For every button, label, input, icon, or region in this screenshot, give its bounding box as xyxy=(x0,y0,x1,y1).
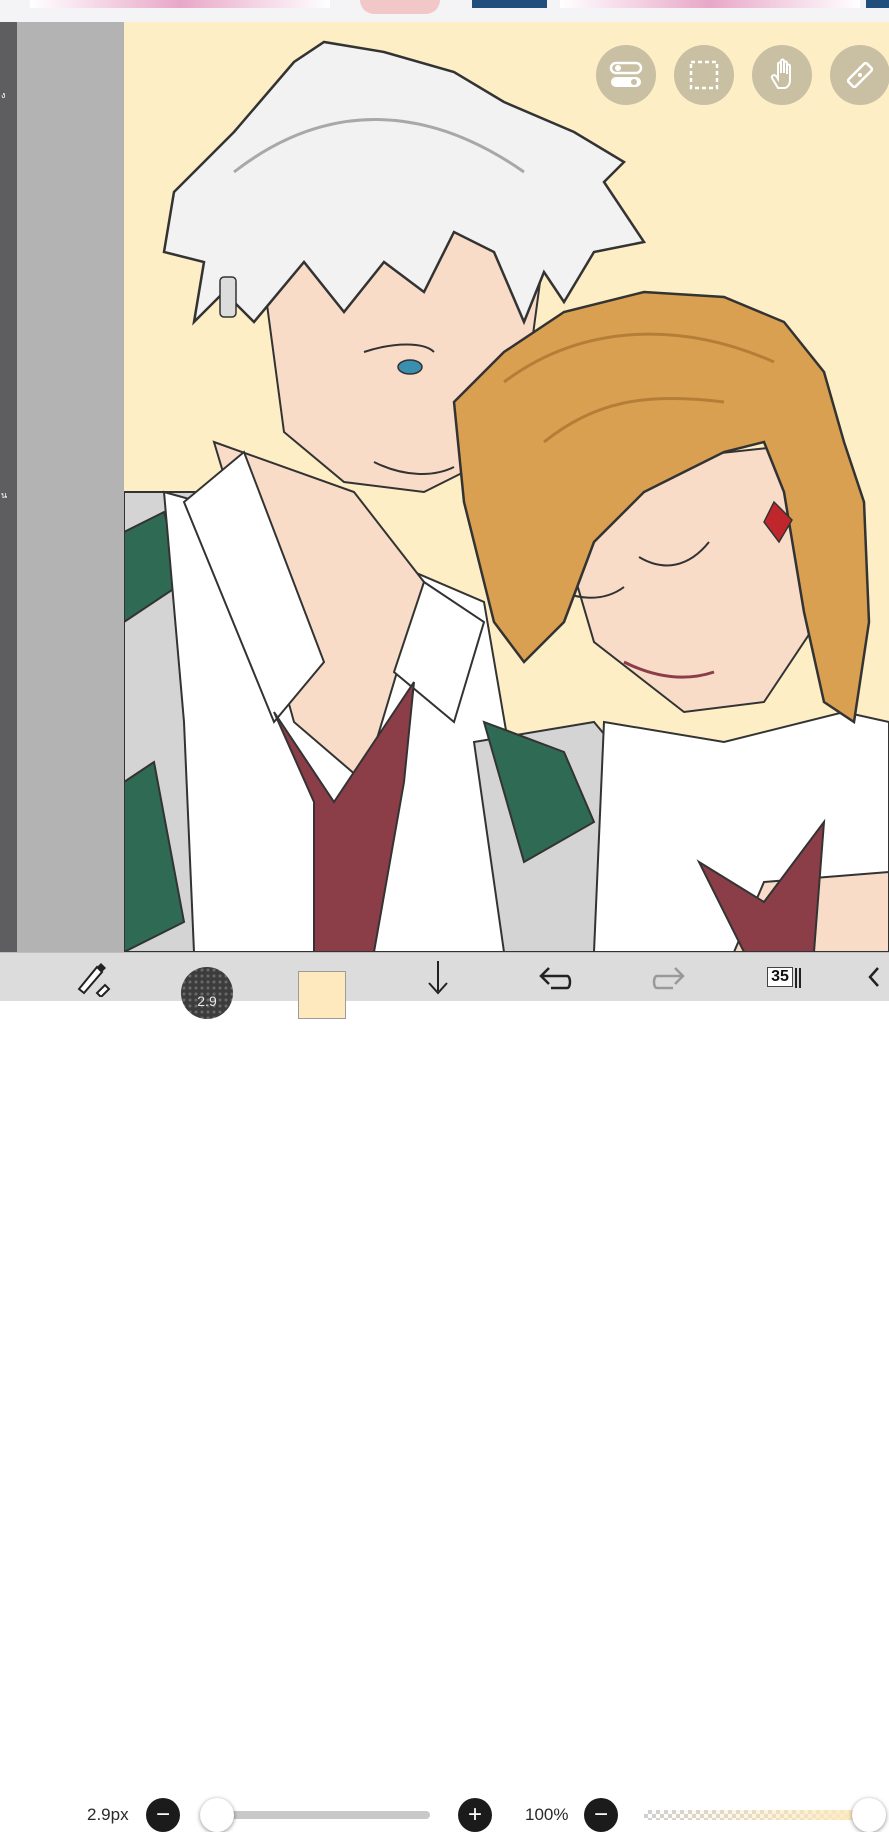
opacity-slider-track[interactable] xyxy=(644,1810,869,1820)
layer-count: 35 xyxy=(767,967,793,987)
brush-size-label: 2.9px xyxy=(87,1805,129,1824)
left-rail[interactable]: ง น xyxy=(0,22,17,1000)
brush-preview[interactable]: 2.9 xyxy=(180,953,234,1019)
top-strip xyxy=(0,0,889,23)
rail-mark: ง xyxy=(1,90,6,100)
brush-controls: 2.9px − + 100% − xyxy=(0,895,889,1832)
rail-mark: น xyxy=(1,490,8,500)
current-color xyxy=(298,971,346,1019)
selection-icon[interactable] xyxy=(674,45,734,105)
size-plus-button[interactable]: + xyxy=(458,1798,492,1832)
opacity-slider-knob[interactable] xyxy=(852,1798,886,1832)
size-slider-knob[interactable] xyxy=(200,1798,234,1832)
redo-icon[interactable] xyxy=(648,953,694,1001)
bottom-toolbar: 2.9 35 xyxy=(0,952,889,1019)
back-icon[interactable] xyxy=(862,953,889,1001)
toggle-icon[interactable] xyxy=(596,45,656,105)
strip-thumbnail xyxy=(30,0,330,8)
canvas-margin xyxy=(17,22,124,1000)
layers-icon[interactable]: 35 xyxy=(760,953,810,1001)
brush-preview-label: 2.9 xyxy=(197,993,217,1009)
strip-thumbnail xyxy=(866,0,889,8)
layer-move-icon[interactable] xyxy=(418,953,458,1001)
opacity-label: 100% xyxy=(525,1805,569,1824)
strip-thumbnail xyxy=(360,0,440,14)
ruler-icon[interactable] xyxy=(830,45,889,105)
size-slider-track[interactable] xyxy=(200,1811,430,1819)
undo-icon[interactable] xyxy=(530,953,576,1001)
hand-icon[interactable] xyxy=(752,45,812,105)
strip-thumbnail xyxy=(472,0,547,8)
opacity-minus-button[interactable]: − xyxy=(584,1798,618,1832)
strip-thumbnail xyxy=(560,0,860,8)
artwork xyxy=(124,40,889,952)
size-minus-button[interactable]: − xyxy=(146,1798,180,1832)
brush-tool-icon[interactable] xyxy=(68,953,114,1001)
drawing-canvas[interactable] xyxy=(124,22,889,952)
opacity-fill xyxy=(644,1810,869,1820)
color-swatch[interactable] xyxy=(298,953,346,1019)
